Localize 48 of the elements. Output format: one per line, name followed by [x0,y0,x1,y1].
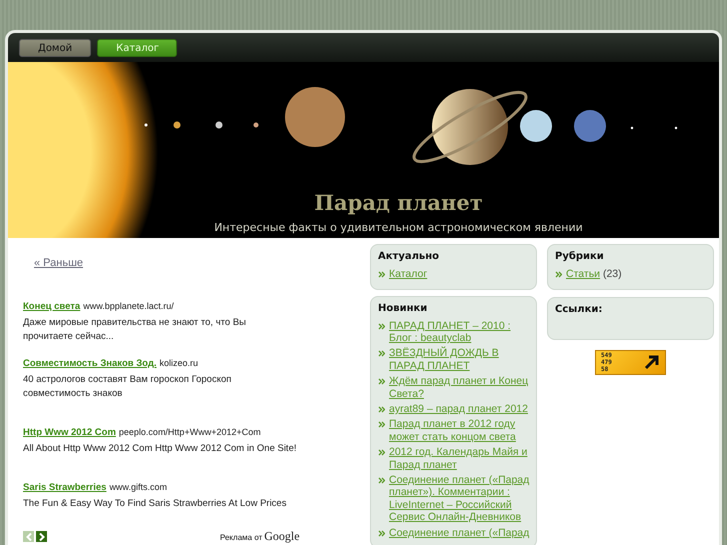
older-posts-link[interactable]: « Раньше [34,257,84,270]
widget-link[interactable]: Статьи [566,268,600,280]
next-ad-button[interactable] [36,531,47,542]
double-chevron-icon [378,421,385,428]
ad-url: www.bpplanete.lact.ru/ [83,301,174,312]
widget-title: Рубрики [555,251,605,262]
widget-link[interactable]: ayrat89 – парад планет 2012 [389,402,528,416]
widget-link[interactable]: Парад планет в 2012 году может стать концом света [389,418,530,444]
double-chevron-icon [378,350,385,358]
nav-tab[interactable]: Каталог [97,39,178,57]
ad-url: kolizeo.ru [160,358,198,368]
ad-description: 40 астрологов составят Вам гороскоп Гороскоп совместимость знаков [23,373,232,402]
chevron-right-icon [38,532,44,541]
ad-description: The Fun & Easy Way To Find Saris Strawberries At Low Prices [23,497,288,512]
nav-tab[interactable]: Домой [19,39,92,57]
widget-link[interactable]: ПАРАД ПЛАНЕТ – 2010 : Блог : beautyclab [389,320,530,344]
chevron-left-icon [26,532,32,541]
widget-title: Новинки [378,302,428,314]
widget-link[interactable]: Каталог [389,268,428,280]
widget-link[interactable]: Соединение планет («Парад планет»). Комментарии : LiveInternet – Российский Сервис Онлайн-Дневников [389,474,530,524]
double-chevron-icon [378,406,385,413]
widget-link[interactable]: ЗВЁЗДНЫЙ ДОЖДЬ В ПАРАД ПЛАНЕТ [389,347,530,372]
double-chevron-icon [378,476,385,484]
double-chevron-icon [555,271,562,278]
ad-url: peeplo.com/Http+Www+2012+Com [118,427,261,438]
ad-title-link[interactable]: Http Www 2012 Com [23,427,116,438]
widget-title: Актуально [378,251,440,262]
widget-link[interactable]: Ждём парад планет и Конец Света? [389,375,530,400]
double-chevron-icon [378,322,385,330]
ad-description: All About Http Www 2012 Com Http Www 2012 Com in One Site! [23,442,298,456]
ad-title-link[interactable]: Совместимость Знаков Зод. [23,358,157,370]
double-chevron-icon [378,530,385,537]
site-title: Парад планет [313,190,484,216]
double-chevron-icon [378,449,385,456]
double-chevron-icon [378,378,385,386]
widget-title: Ссылки: [555,304,604,314]
ad-title-link[interactable]: Saris Strawberries [23,482,106,494]
ads-by-label: Реклама от [220,533,262,542]
ad-title-link[interactable]: Конец света [23,301,80,312]
widget-link[interactable]: 2012 год. Календарь Майя и Парад планет [389,446,530,471]
post-count: (23) [602,268,622,280]
site-tagline: Интересные факты о удивительном астрономическом явлении [213,221,584,234]
ad-description: Даже мировые правительства не знают то, что Вы прочитаете сейчас... [23,316,247,344]
ad-provider-logo[interactable]: Google [264,529,300,544]
ad-url: www.gifts.com [109,482,167,492]
widget-link[interactable]: Соединение планет («Парад [389,526,530,539]
arrow-icon [644,354,660,370]
double-chevron-icon [378,271,385,278]
